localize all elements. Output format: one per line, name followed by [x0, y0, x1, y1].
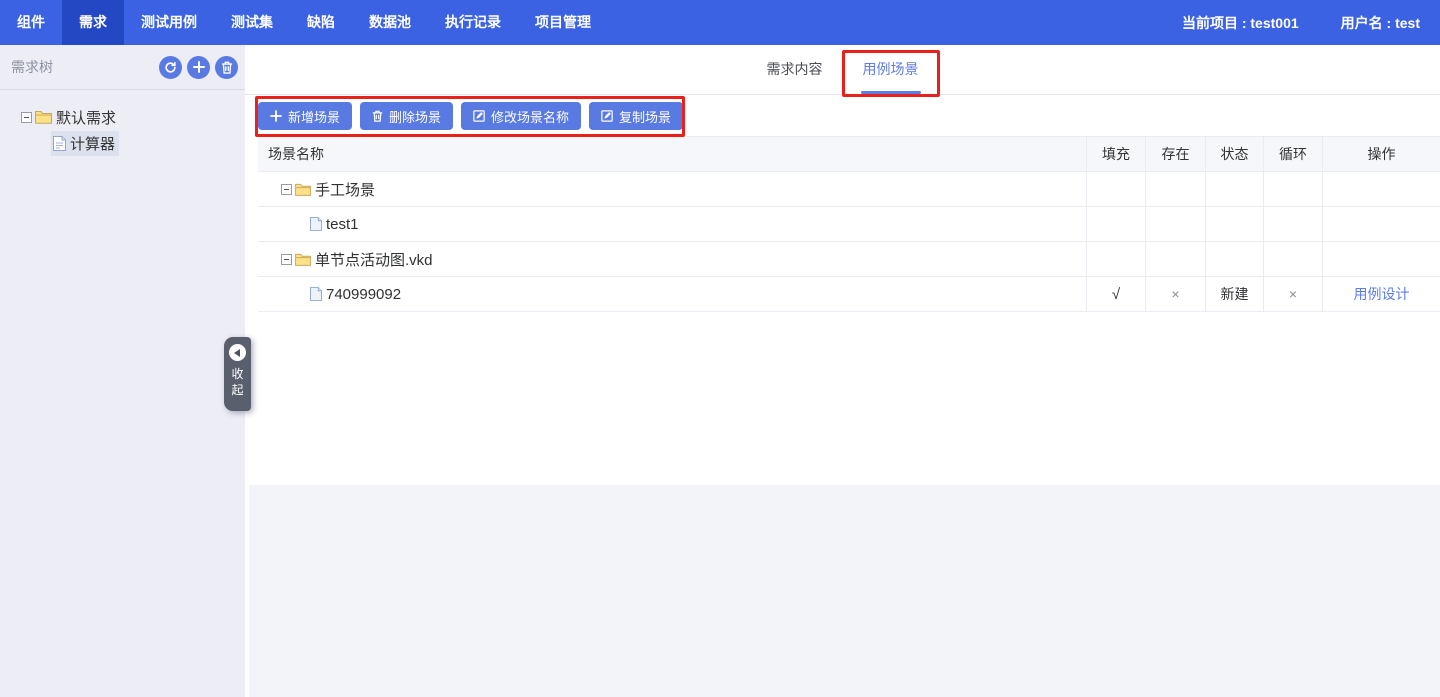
delete-scene-button[interactable]: 删除场景 — [360, 102, 453, 130]
file-icon — [310, 217, 322, 231]
nav-item-datapool[interactable]: 数据池 — [352, 0, 428, 45]
nav-right: 当前项目 : test001 用户名 : test — [1182, 0, 1440, 45]
copy-scene-button[interactable]: 复制场景 — [589, 102, 683, 130]
tree-item-default-requirement[interactable]: 默认需求 — [0, 104, 245, 130]
nav-item-defects[interactable]: 缺陷 — [290, 0, 352, 45]
status-cell — [1205, 207, 1263, 241]
nav-item-testsets[interactable]: 测试集 — [214, 0, 290, 45]
button-label: 修改场景名称 — [491, 107, 569, 126]
nav-item-testcases[interactable]: 测试用例 — [124, 0, 214, 45]
action-cell — [1322, 207, 1440, 241]
refresh-tree-button[interactable] — [159, 56, 182, 79]
add-requirement-button[interactable] — [187, 56, 210, 79]
fill-cell — [1086, 242, 1145, 276]
edit-icon — [473, 110, 485, 122]
folder-icon — [35, 110, 52, 124]
column-header-fill: 填充 — [1086, 137, 1145, 171]
status-cell: 新建 — [1205, 277, 1263, 311]
add-scene-button[interactable]: 新增场景 — [258, 102, 352, 130]
sidebar-title: 需求树 — [11, 57, 53, 77]
loop-cell — [1263, 242, 1322, 276]
collapse-label: 起 — [231, 382, 243, 398]
requirement-tree: 默认需求 计算器 — [0, 90, 245, 156]
current-project-label: 当前项目 : test001 — [1182, 13, 1299, 33]
app-root: 组件 需求 测试用例 测试集 缺陷 数据池 执行记录 项目管理 当前项目 : t… — [0, 0, 1440, 697]
action-cell — [1322, 172, 1440, 206]
folder-icon — [295, 253, 311, 266]
use-case-design-link[interactable]: 用例设计 — [1354, 284, 1410, 304]
nav-item-requirements[interactable]: 需求 — [62, 0, 124, 45]
main-content: 需求内容 用例场景 新增场景 — [245, 45, 1440, 697]
refresh-icon — [164, 61, 177, 74]
detail-tabs: 需求内容 用例场景 — [245, 45, 1440, 95]
tab-label: 用例场景 — [863, 61, 919, 77]
loop-cell — [1263, 207, 1322, 241]
plus-icon — [270, 110, 282, 122]
exist-cell: × — [1145, 277, 1205, 311]
column-header-status: 状态 — [1205, 137, 1263, 171]
nav-item-project-management[interactable]: 项目管理 — [518, 0, 608, 45]
fill-cell — [1086, 207, 1145, 241]
fill-cell — [1086, 172, 1145, 206]
trash-icon — [221, 61, 233, 74]
tab-requirement-content[interactable]: 需求内容 — [747, 45, 843, 94]
loop-cell: × — [1263, 277, 1322, 311]
action-cell — [1322, 242, 1440, 276]
main-menu: 组件 需求 测试用例 测试集 缺陷 数据池 执行记录 项目管理 — [0, 0, 608, 45]
rename-scene-button[interactable]: 修改场景名称 — [461, 102, 581, 130]
loop-cell — [1263, 172, 1322, 206]
table-row[interactable]: 单节点活动图.vkd — [258, 242, 1440, 277]
document-icon — [53, 136, 66, 151]
collapse-toggle-icon[interactable] — [281, 184, 292, 195]
scene-table: 场景名称 填充 存在 状态 循环 操作 手工场景 — [258, 136, 1440, 312]
table-row[interactable]: 手工场景 — [258, 172, 1440, 207]
collapse-arrow-icon — [229, 344, 246, 361]
button-label: 删除场景 — [389, 107, 441, 126]
delete-requirement-button[interactable] — [215, 56, 238, 79]
collapse-toggle-icon[interactable] — [21, 112, 32, 123]
nav-item-components[interactable]: 组件 — [0, 0, 62, 45]
scene-name: 手工场景 — [315, 179, 375, 200]
table-header-row: 场景名称 填充 存在 状态 循环 操作 — [258, 137, 1440, 172]
table-row[interactable]: 740999092 √ × 新建 × 用例设计 — [258, 277, 1440, 312]
column-header-exist: 存在 — [1145, 137, 1205, 171]
copy-icon — [601, 110, 613, 122]
scene-name: test1 — [326, 216, 359, 233]
scene-name: 740999092 — [326, 286, 401, 303]
nav-item-execution-records[interactable]: 执行记录 — [428, 0, 518, 45]
scene-name: 单节点活动图.vkd — [315, 249, 433, 270]
status-cell — [1205, 242, 1263, 276]
tree-item-calculator[interactable]: 计算器 — [0, 130, 245, 156]
table-row[interactable]: test1 — [258, 207, 1440, 242]
sidebar-actions — [159, 56, 238, 79]
trash-icon — [372, 110, 383, 122]
sidebar-collapse-handle[interactable]: 收 起 — [224, 337, 251, 411]
status-cell — [1205, 172, 1263, 206]
tree-selection: 计算器 — [51, 131, 119, 156]
username-label: 用户名 : test — [1341, 13, 1420, 33]
fill-cell: √ — [1086, 277, 1145, 311]
tab-use-case-scene[interactable]: 用例场景 — [843, 45, 939, 94]
file-icon — [310, 287, 322, 301]
column-header-scene-name: 场景名称 — [258, 137, 1086, 171]
button-label: 新增场景 — [288, 107, 340, 126]
exist-cell — [1145, 172, 1205, 206]
exist-cell — [1145, 242, 1205, 276]
active-tab-indicator — [861, 91, 921, 94]
top-nav: 组件 需求 测试用例 测试集 缺陷 数据池 执行记录 项目管理 当前项目 : t… — [0, 0, 1440, 45]
tree-item-label: 默认需求 — [56, 107, 116, 128]
collapse-toggle-icon[interactable] — [281, 254, 292, 265]
scene-toolbar: 新增场景 删除场景 — [258, 102, 683, 130]
collapse-label: 收 — [231, 366, 243, 382]
empty-detail-panel — [249, 485, 1440, 697]
column-header-loop: 循环 — [1263, 137, 1322, 171]
folder-icon — [295, 183, 311, 196]
tree-item-label: 计算器 — [70, 133, 115, 154]
column-header-action: 操作 — [1322, 137, 1440, 171]
exist-cell — [1145, 207, 1205, 241]
plus-icon — [193, 61, 205, 73]
button-label: 复制场景 — [619, 107, 671, 126]
sidebar-header: 需求树 — [0, 45, 245, 90]
requirement-tree-sidebar: 需求树 — [0, 45, 245, 697]
